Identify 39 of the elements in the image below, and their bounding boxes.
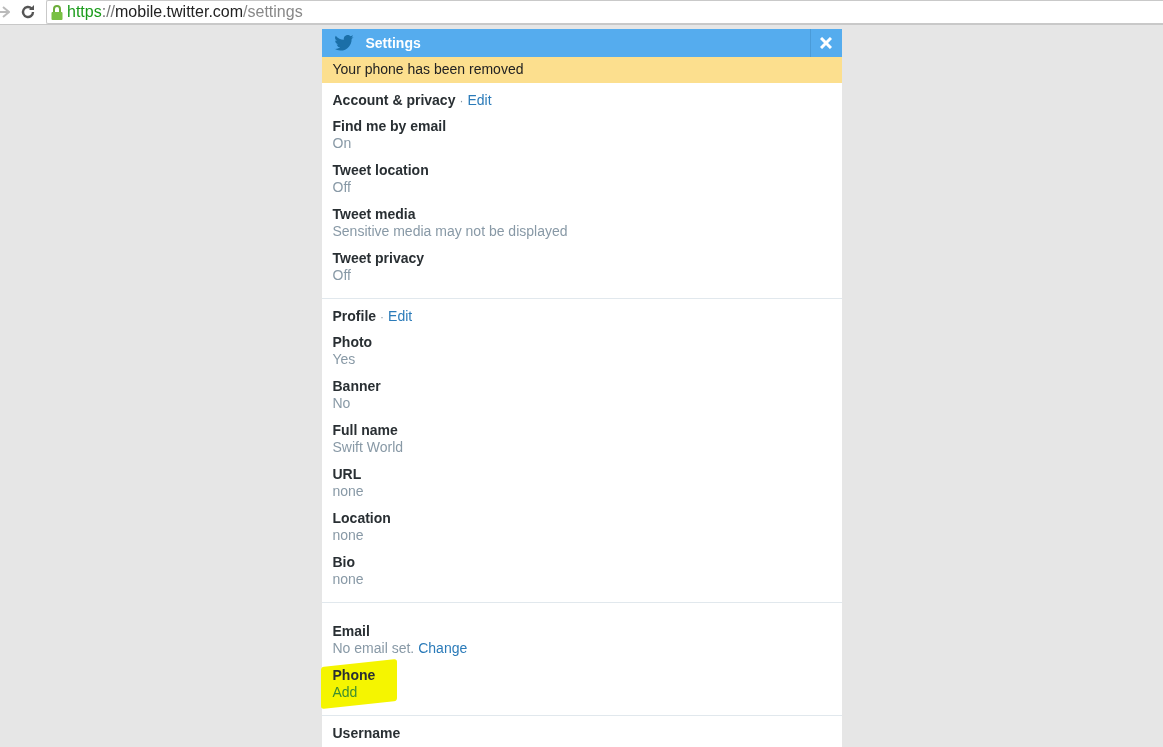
setting-value: Yes [332,351,356,368]
edit-link[interactable]: Edit [388,308,413,324]
setting-label: Tweet media [332,206,417,223]
bird-icon [333,35,354,51]
setting-value: On [332,135,352,152]
section-title: Profile [332,308,377,324]
setting-label: Tweet privacy [332,250,426,267]
close-icon [820,37,832,49]
notice-banner: Your phone has been removed [321,57,842,83]
setting-value: none [332,527,364,544]
separator-dot: · [459,94,464,108]
lock-icon [51,4,63,20]
setting-label: Photo [332,334,374,351]
setting-label: Phone [332,667,377,684]
setting-link[interactable]: Add [332,684,358,701]
setting-value: none [332,571,364,588]
setting-label: Banner [332,378,382,395]
setting-value: Sensitive media may not be displayed [332,223,568,240]
setting-value: Off [332,267,351,284]
setting-label: Bio [332,554,357,571]
header-title: Settings [365,35,422,51]
setting-value: Off [332,179,351,196]
separator-dot: · [380,310,385,324]
edit-link[interactable]: Edit [467,92,492,108]
setting-value: No [332,395,351,412]
setting-label: URL [332,466,363,483]
setting-label: Tweet location [332,162,430,179]
setting-label: Username [332,725,402,742]
setting-value: Swift World [332,439,404,456]
setting-label: Find me by email [332,118,448,135]
section-title: Account & privacy [332,92,456,108]
setting-label: Location [332,510,392,527]
setting-value: No email set. [332,640,415,657]
setting-label: Full name [332,422,399,439]
setting-link[interactable]: Change [418,640,468,657]
setting-label: Email [332,623,371,640]
address-bar[interactable]: https://mobile.twitter.com/settings [46,0,1163,24]
reload-icon[interactable] [20,4,36,20]
setting-value: none [332,483,364,500]
